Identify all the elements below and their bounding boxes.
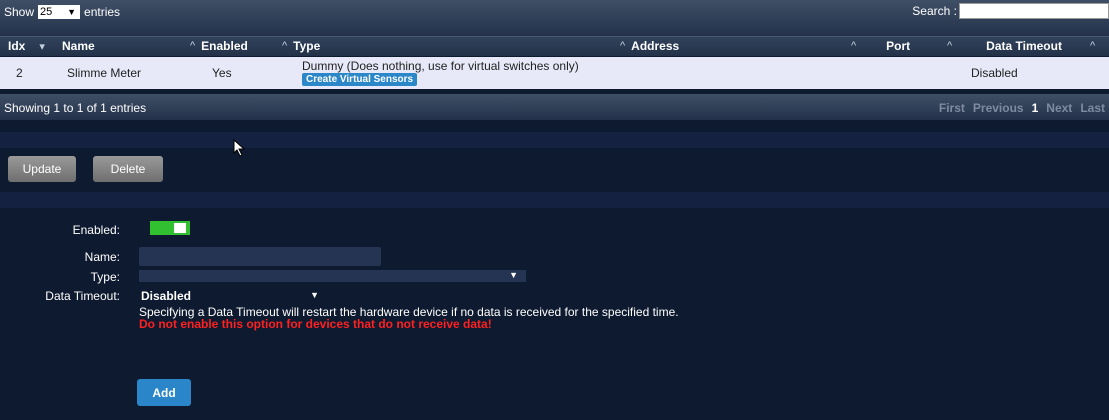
chevron-down-icon: ▼ [310, 290, 319, 300]
type-label: Type: [90, 270, 120, 284]
row-data-timeout: Disabled [971, 66, 1018, 80]
create-virtual-sensors-button[interactable]: Create Virtual Sensors [302, 73, 418, 86]
enabled-label: Enabled: [72, 223, 120, 237]
row-name: Slimme Meter [67, 66, 142, 80]
sort-icon: ^ [620, 40, 626, 52]
entries-label: entries [84, 5, 121, 19]
row-type: Dummy (Does nothing, use for virtual swi… [302, 59, 579, 73]
sort-icon: ^ [282, 40, 288, 52]
name-label: Name: [84, 250, 120, 264]
name-input[interactable] [139, 247, 381, 266]
page-last-button[interactable]: Last [1080, 101, 1105, 115]
sort-icon: ^ [1089, 40, 1096, 52]
column-enabled[interactable]: ^ Enabled [190, 39, 248, 53]
page-1-button[interactable]: 1 [1032, 101, 1039, 115]
enabled-toggle[interactable] [150, 221, 190, 235]
column-idx[interactable]: Idx ▾ [8, 39, 51, 53]
pagination: First Previous 1 Next Last [939, 101, 1105, 115]
sort-icon: ^ [851, 40, 857, 52]
delete-button[interactable]: Delete [93, 156, 163, 182]
chevron-down-icon: ▼ [509, 270, 518, 280]
column-name[interactable]: Name [62, 39, 95, 53]
divider [0, 192, 1109, 208]
column-type[interactable]: ^ Type [282, 39, 320, 53]
column-address[interactable]: ^ Address [620, 39, 679, 53]
entries-per-page-select[interactable]: 25 ▼ [38, 5, 81, 19]
update-button[interactable]: Update [8, 156, 76, 182]
sort-icon: ^ [190, 40, 196, 52]
table-info: Showing 1 to 1 of 1 entries [4, 101, 147, 115]
table-header: Idx ▾ Name ^ Enabled ^ Type ^ Address ^ … [0, 36, 1109, 56]
table-top-bar: Show 25 ▼ entries Search : [0, 0, 1109, 36]
column-port[interactable]: ^ Port [851, 39, 910, 53]
page-previous-button[interactable]: Previous [973, 101, 1024, 115]
show-label: Show [4, 5, 35, 19]
divider [0, 132, 1109, 148]
search-input[interactable] [959, 3, 1109, 19]
length-control: Show 25 ▼ entries [4, 4, 120, 20]
chevron-down-icon: ▼ [67, 7, 77, 17]
page-next-button[interactable]: Next [1046, 101, 1072, 115]
add-button[interactable]: Add [137, 379, 191, 406]
type-select[interactable]: ▼ [139, 270, 526, 282]
sort-desc-icon: ▾ [39, 40, 45, 53]
data-timeout-select[interactable]: Disabled ▼ [139, 289, 327, 303]
toggle-knob [174, 223, 186, 233]
mouse-cursor-icon [233, 139, 246, 157]
data-timeout-label: Data Timeout: [45, 289, 120, 303]
table-row[interactable]: 2 Slimme Meter Yes Dummy (Does nothing, … [0, 57, 1109, 89]
data-timeout-warning: Do not enable this option for devices th… [139, 317, 492, 331]
table-footer: Showing 1 to 1 of 1 entries First Previo… [0, 94, 1109, 120]
column-data-timeout[interactable]: ^ Data Timeout ^ [947, 39, 1101, 53]
search-label: Search : [912, 4, 957, 18]
row-enabled: Yes [212, 66, 232, 80]
row-idx: 2 [16, 66, 23, 80]
page-first-button[interactable]: First [939, 101, 965, 115]
search-control: Search : [912, 3, 1109, 19]
sort-icon: ^ [947, 40, 953, 52]
